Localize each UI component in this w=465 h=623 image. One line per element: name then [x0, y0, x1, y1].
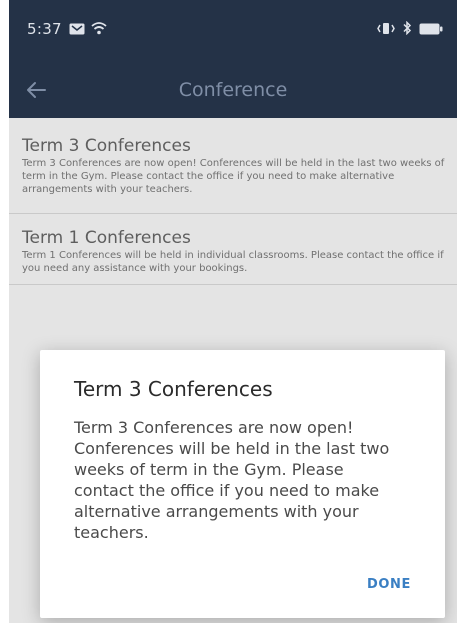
list-item-body: Term 1 Conferences will be held in indiv… [22, 250, 444, 274]
conference-list: Term 3 Conferences Term 3 Conferences ar… [9, 118, 457, 285]
wifi-icon [91, 20, 107, 39]
list-item-body: Term 3 Conferences are now open! Confere… [22, 158, 445, 195]
list-item[interactable]: Term 1 Conferences Term 1 Conferences wi… [9, 214, 457, 285]
status-bar: 5:37 [9, 0, 457, 62]
list-item-title: Term 1 Conferences [22, 228, 191, 248]
dialog-message: Term 3 Conferences are now open! Confere… [74, 418, 390, 542]
list-item-title: Term 3 Conferences [22, 136, 191, 156]
status-time: 5:37 [27, 20, 62, 38]
app-bar: Conference [9, 62, 457, 118]
status-right-icons [377, 20, 443, 39]
status-left-icons [69, 20, 107, 39]
notification-icon [69, 20, 85, 39]
battery-icon [419, 20, 443, 39]
phone-screen: 5:37 Conference Term 3 Conferences Term … [9, 0, 457, 623]
back-button[interactable] [21, 75, 51, 105]
done-button[interactable]: DONE [367, 577, 411, 592]
list-item[interactable]: Term 3 Conferences Term 3 Conferences ar… [9, 118, 457, 214]
arrow-left-icon [21, 82, 51, 109]
vibrate-icon [377, 20, 395, 39]
page-title: Conference [178, 79, 288, 101]
conference-dialog: Term 3 Conferences Term 3 Conferences ar… [40, 350, 445, 618]
bluetooth-icon [402, 20, 412, 39]
dialog-title: Term 3 Conferences [74, 377, 273, 401]
